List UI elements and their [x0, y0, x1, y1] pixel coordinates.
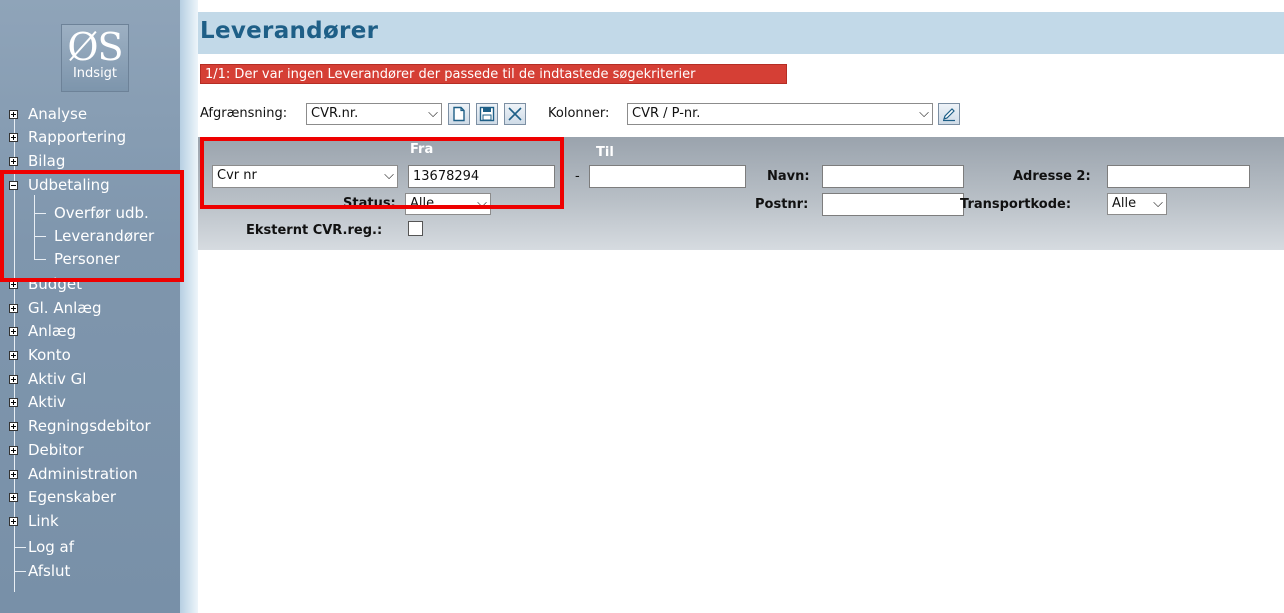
kolonner-select[interactable]: CVR / P-nr. ⌵ — [627, 103, 933, 125]
chevron-down-icon: ⌵ — [919, 106, 929, 121]
expand-icon[interactable] — [9, 157, 18, 166]
nav-label: Personer — [54, 250, 120, 268]
status-select[interactable]: Alle ⌵ — [405, 193, 491, 215]
nav-label: Debitor — [28, 441, 84, 459]
nav-label: Regningsdebitor — [28, 417, 151, 435]
expand-icon[interactable] — [9, 327, 18, 336]
save-icon — [479, 106, 495, 122]
range-dash: - — [575, 169, 580, 184]
nav-label: Overfør udb. — [54, 204, 149, 222]
chevron-down-icon: ⌵ — [477, 196, 487, 211]
tree-branch — [14, 547, 26, 548]
delete-button[interactable] — [504, 103, 526, 125]
nav-label: Analyse — [28, 105, 88, 123]
adresse2-input[interactable] — [1107, 165, 1250, 188]
nav-label: Egenskaber — [28, 488, 117, 506]
field-select-value: Cvr nr — [217, 168, 257, 183]
afgraensning-select[interactable]: CVR.nr. ⌵ — [306, 103, 442, 125]
delete-icon — [508, 107, 522, 121]
expand-icon[interactable] — [9, 422, 18, 431]
expand-icon[interactable] — [9, 470, 18, 479]
nav-label: Gl. Anlæg — [28, 299, 102, 317]
nav-label: Afslut — [28, 562, 71, 580]
expand-icon[interactable] — [9, 351, 18, 360]
logo-mark: ØS — [67, 25, 123, 69]
logo: ØS Indsigt — [61, 24, 129, 92]
eksternt-cvr-checkbox[interactable] — [408, 221, 423, 236]
transportkode-label: Transportkode: — [960, 197, 1072, 212]
nav-label: Administration — [28, 465, 138, 483]
expand-icon[interactable] — [9, 517, 18, 526]
postnr-input[interactable] — [822, 193, 964, 216]
page-title: Leverandører — [200, 18, 379, 44]
expand-icon[interactable] — [9, 375, 18, 384]
adresse2-label: Adresse 2: — [1013, 169, 1091, 184]
sidebar: ØS Indsigt Analyse Rapportering Bilag Ud… — [0, 0, 180, 613]
nav-label: Log af — [28, 538, 75, 556]
nav-label: Link — [28, 512, 59, 530]
fra-input[interactable]: 13678294 — [408, 165, 555, 188]
expand-icon[interactable] — [9, 133, 18, 142]
new-document-icon — [453, 106, 465, 122]
expand-icon[interactable] — [9, 493, 18, 502]
eksternt-cvr-label: Eksternt CVR.reg.: — [246, 223, 383, 238]
nav-label: Anlæg — [28, 322, 77, 340]
afgraensning-value: CVR.nr. — [311, 106, 359, 121]
logo-subtitle: Indsigt — [72, 66, 118, 81]
error-message: 1/1: Der var ingen Leverandører der pass… — [200, 64, 787, 84]
chevron-down-icon: ⌵ — [428, 106, 438, 121]
nav-label: Aktiv Gl — [28, 370, 87, 388]
expand-icon[interactable] — [9, 110, 18, 119]
edit-columns-icon — [943, 108, 955, 122]
fra-label: Fra — [410, 142, 434, 157]
tree-branch — [34, 259, 46, 260]
nav-label: Konto — [28, 346, 71, 364]
transportkode-value: Alle — [1112, 196, 1137, 211]
navn-label: Navn: — [767, 169, 810, 184]
nav-label: Leverandører — [54, 227, 155, 245]
expand-icon[interactable] — [9, 446, 18, 455]
chevron-down-icon: ⌵ — [1153, 196, 1163, 211]
tree-line-sub — [34, 195, 35, 259]
expand-icon[interactable] — [9, 304, 18, 313]
kolonner-label: Kolonner: — [548, 106, 610, 121]
expand-icon[interactable] — [9, 280, 18, 289]
transportkode-select[interactable]: Alle ⌵ — [1107, 193, 1167, 215]
status-value: Alle — [410, 196, 435, 211]
nav-label: Rapportering — [28, 128, 127, 146]
navn-input[interactable] — [822, 165, 964, 188]
kolonner-value: CVR / P-nr. — [632, 106, 701, 121]
new-button[interactable] — [448, 103, 470, 125]
postnr-label: Postnr: — [755, 197, 809, 212]
nav-label: Aktiv — [28, 393, 66, 411]
expand-icon[interactable] — [9, 398, 18, 407]
afgraensning-label: Afgrænsning: — [200, 106, 288, 121]
edit-columns-button[interactable] — [938, 103, 960, 125]
chevron-down-icon: ⌵ — [384, 168, 394, 183]
nav-label: Budget — [28, 275, 82, 293]
til-label: Til — [596, 145, 614, 160]
nav-label: Bilag — [28, 152, 66, 170]
tree-branch — [34, 213, 46, 214]
status-label: Status: — [343, 196, 396, 211]
sidebar-edge — [180, 0, 198, 613]
tree-branch — [14, 571, 26, 572]
collapse-icon[interactable] — [9, 181, 18, 190]
field-select[interactable]: Cvr nr ⌵ — [212, 165, 398, 188]
save-button[interactable] — [476, 103, 498, 125]
tree-branch — [34, 236, 46, 237]
til-input[interactable] — [589, 165, 746, 188]
nav-label: Udbetaling — [28, 176, 110, 194]
